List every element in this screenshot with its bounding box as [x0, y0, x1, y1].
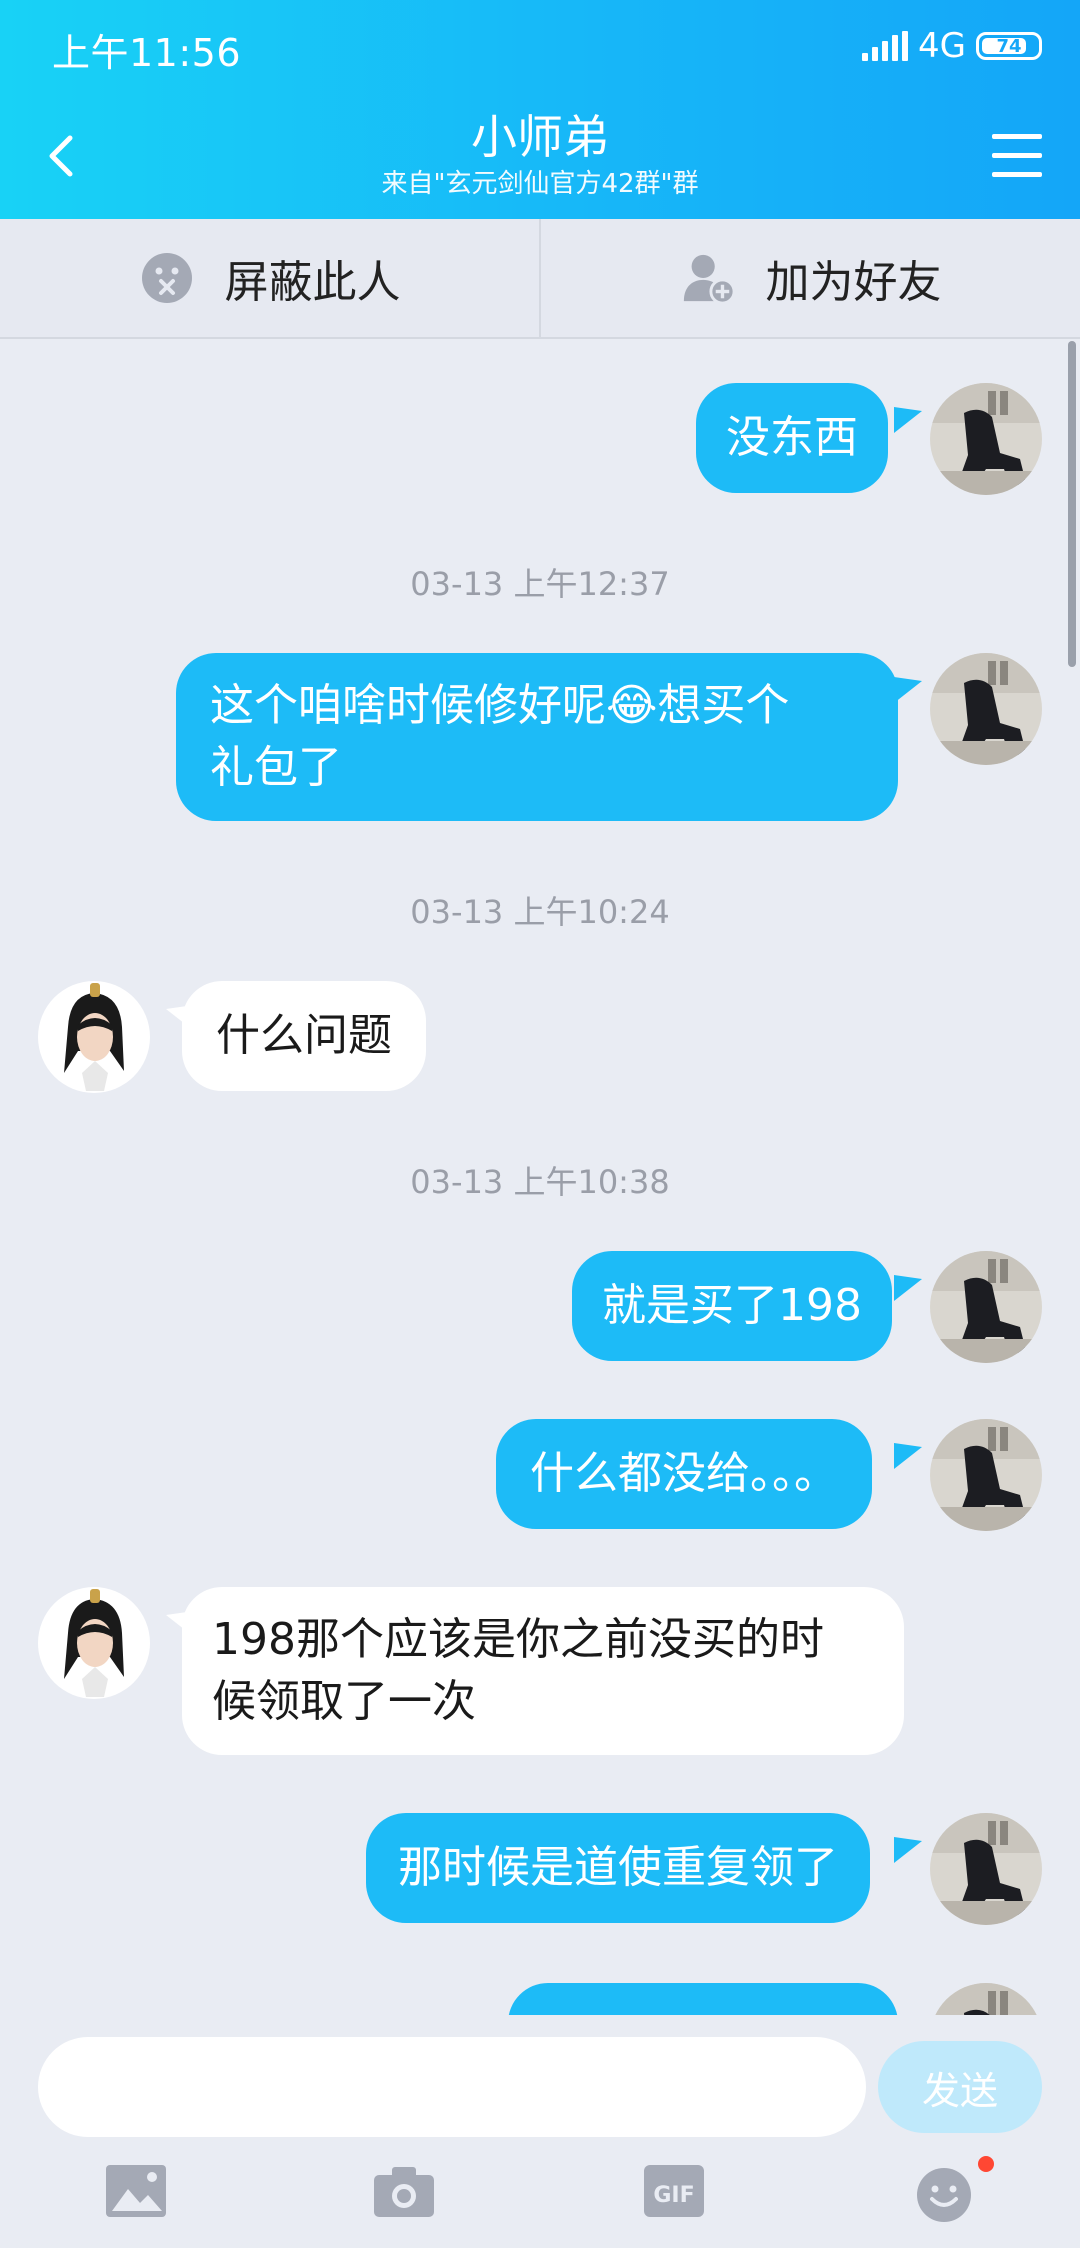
- chat-scrollbar[interactable]: [1068, 341, 1076, 667]
- chat-subtitle: 来自"玄元剑仙官方42群"群: [381, 169, 699, 199]
- message-text-line-2: 候领取了一次: [212, 1676, 476, 1727]
- character-avatar: [38, 1587, 150, 1699]
- message-bubble-outgoing[interactable]: 这个咱啥时候修好呢😂想买个 礼包了: [176, 653, 898, 821]
- message-timestamp: 03-13 上午12:37: [410, 565, 670, 603]
- message-bubble-outgoing[interactable]: 没东西: [696, 383, 888, 493]
- message-bubble-outgoing[interactable]: [508, 1983, 898, 2015]
- message-text-line-1: 198那个应该是你之前没买的时: [212, 1614, 824, 1665]
- block-user-button[interactable]: 屏蔽此人: [0, 219, 539, 337]
- network-type: 4G: [918, 26, 966, 66]
- emoji-button[interactable]: [912, 2163, 980, 2227]
- block-user-label: 屏蔽此人: [224, 257, 401, 308]
- user-photo-avatar: [930, 653, 1042, 765]
- emoji-icon: [917, 2168, 971, 2222]
- battery-icon: 74: [976, 32, 1042, 60]
- bubble-tail: [894, 407, 922, 433]
- signal-icon: [862, 31, 909, 61]
- send-button[interactable]: 发送: [878, 2041, 1042, 2133]
- gif-icon: GIF: [644, 2165, 704, 2217]
- message-input[interactable]: [38, 2037, 866, 2137]
- block-face-icon: [139, 250, 195, 306]
- avatar-self[interactable]: [930, 1419, 1042, 1531]
- bubble-tail: [894, 1837, 922, 1863]
- laughing-emoji-icon: 😂: [606, 680, 658, 731]
- status-indicators: 4G 74: [862, 26, 1042, 66]
- status-time: 上午11:56: [52, 31, 242, 75]
- bubble-tail: [894, 1443, 922, 1469]
- user-photo-avatar: [930, 1419, 1042, 1531]
- menu-button[interactable]: [992, 134, 1042, 178]
- message-bubble-outgoing[interactable]: 就是买了198: [572, 1251, 892, 1361]
- message-timestamp: 03-13 上午10:38: [410, 1163, 670, 1201]
- chat-title-group: 小师弟 来自"玄元剑仙官方42群"群: [0, 108, 1080, 202]
- user-photo-avatar: [930, 1813, 1042, 1925]
- message-bubble-outgoing[interactable]: 什么都没给。。。: [496, 1419, 872, 1529]
- avatar-self[interactable]: [930, 1251, 1042, 1363]
- avatar-self[interactable]: [930, 653, 1042, 765]
- message-text: 什么都没给。。。: [530, 1448, 838, 1499]
- chat-header: 上午11:56 4G 74 小师弟 来自"玄元剑仙官方42群"群: [0, 0, 1080, 219]
- chat-title: 小师弟: [471, 110, 609, 164]
- message-bubble-incoming[interactable]: 198那个应该是你之前没买的时 候领取了一次: [182, 1587, 904, 1755]
- message-timestamp: 03-13 上午10:24: [410, 893, 670, 931]
- user-photo-avatar: [930, 383, 1042, 495]
- message-text: 那时候是道使重复领了: [398, 1842, 838, 1893]
- gif-button[interactable]: GIF: [642, 2163, 710, 2227]
- avatar-contact[interactable]: [38, 1587, 150, 1699]
- image-icon: [106, 2165, 166, 2217]
- notification-dot: [978, 2156, 994, 2172]
- message-text: 就是买了198: [602, 1280, 862, 1331]
- svg-text:GIF: GIF: [653, 2183, 694, 2208]
- avatar-self[interactable]: [930, 1813, 1042, 1925]
- message-bubble-outgoing[interactable]: 那时候是道使重复领了: [366, 1813, 870, 1923]
- user-photo-avatar: [930, 1983, 1042, 2015]
- character-avatar: [38, 981, 150, 1093]
- message-text: 没东西: [726, 412, 858, 463]
- add-friend-label: 加为好友: [765, 257, 942, 308]
- battery-level: 74: [996, 35, 1022, 57]
- avatar-contact[interactable]: [38, 981, 150, 1093]
- bubble-tail: [894, 1275, 922, 1301]
- bubble-tail: [894, 677, 922, 703]
- avatar-self[interactable]: [930, 383, 1042, 495]
- message-text-line-2: 礼包了: [210, 742, 342, 793]
- message-text: 什么问题: [216, 1010, 392, 1061]
- camera-icon: [374, 2167, 434, 2217]
- message-bubble-incoming[interactable]: 什么问题: [182, 981, 426, 1091]
- composer: 发送 GIF: [0, 2015, 1080, 2248]
- message-text-line-1: 这个咱啥时候修好呢😂想买个: [210, 680, 790, 731]
- camera-button[interactable]: [372, 2163, 440, 2227]
- add-friend-button[interactable]: 加为好友: [539, 219, 1080, 337]
- user-photo-avatar: [930, 1251, 1042, 1363]
- avatar-self[interactable]: [930, 1983, 1042, 2015]
- add-friend-icon: [680, 250, 736, 306]
- message-list[interactable]: 没东西 03-13 上午12:37 这个咱啥时候修好呢😂想买个 礼包了 03-1…: [0, 341, 1080, 2015]
- stranger-action-bar: 屏蔽此人 加为好友: [0, 219, 1080, 339]
- image-picker-button[interactable]: [104, 2163, 172, 2227]
